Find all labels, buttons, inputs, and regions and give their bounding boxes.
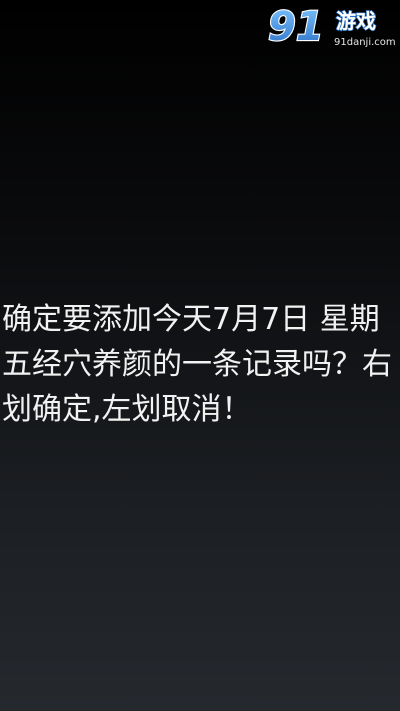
logo-domain: 91danji.com	[334, 37, 396, 48]
confirm-add-record-message: 确定要添加今天7月7日 星期五经穴养颜的一条记录吗？右划确定,左划取消！	[2, 302, 392, 427]
logo-text: 游戏	[336, 9, 376, 33]
logo-number: 91	[268, 4, 324, 50]
site-watermark-logo: 91 游戏 91danji.com	[264, 0, 400, 52]
